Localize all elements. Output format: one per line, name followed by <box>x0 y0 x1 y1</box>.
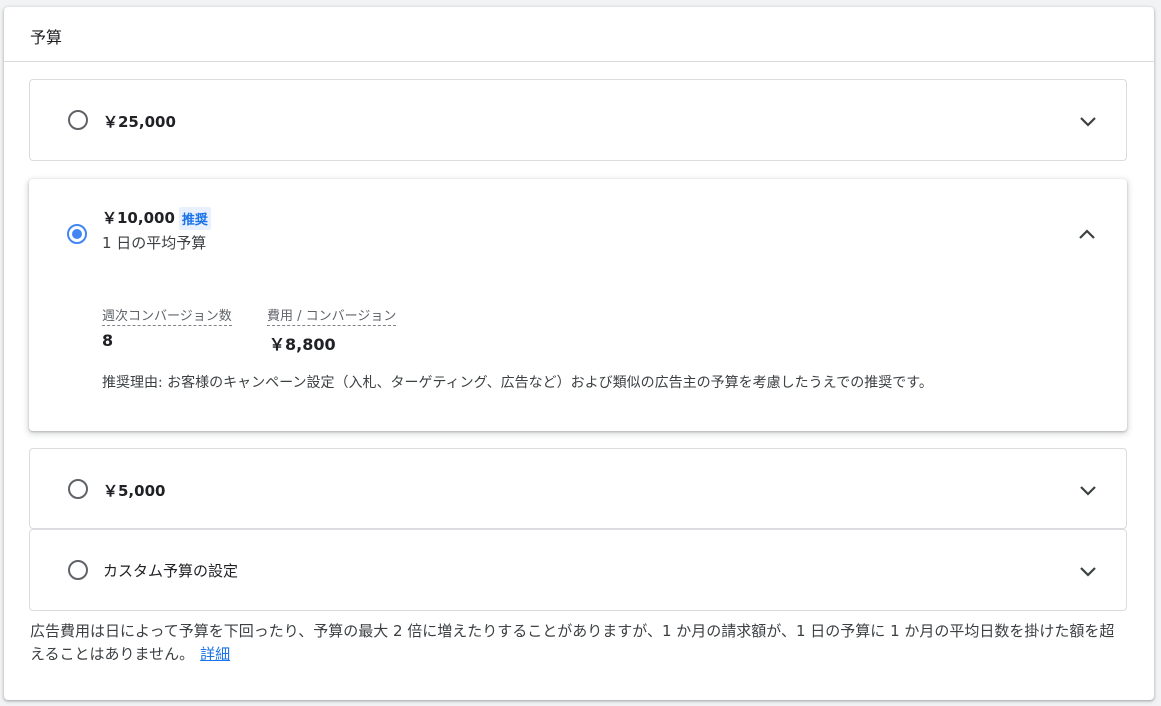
chevron-down-icon[interactable] <box>1076 559 1100 583</box>
chevron-down-icon[interactable] <box>1076 109 1100 133</box>
details-link[interactable]: 詳細 <box>200 645 230 663</box>
option-amount: ￥25,000 <box>103 113 176 131</box>
budget-option-custom[interactable]: カスタム予算の設定 <box>29 529 1127 611</box>
section-title: 予算 <box>30 28 63 47</box>
radio-button[interactable] <box>68 479 88 499</box>
disclaimer-text: 広告費用は日によって予算を下回ったり、予算の最大 2 倍に増えたりすることがあり… <box>30 622 1115 663</box>
recommendation-reason: 推奨理由: お客様のキャンペーン設定（入札、ターゲティング、広告など）および類似… <box>102 375 933 391</box>
budget-option-10000[interactable]: ￥10,000 推奨 1 日の平均予算 週次コンバージョン数 8 費用 / コンバ… <box>29 179 1127 431</box>
metric-label-conversions[interactable]: 週次コンバージョン数 <box>102 309 232 326</box>
radio-button[interactable] <box>68 110 88 130</box>
metric-label-cost-per-conversion[interactable]: 費用 / コンバージョン <box>267 309 397 326</box>
budget-option-5000[interactable]: ￥5,000 <box>29 448 1127 529</box>
option-amount: ￥10,000 推奨 <box>102 207 211 230</box>
budget-option-25000[interactable]: ￥25,000 <box>29 79 1127 161</box>
budget-card: 予算 ￥25,000 ￥10,000 推奨 1 日の平均予算 週次コンバージョン数… <box>4 7 1154 700</box>
radio-button-checked[interactable] <box>67 224 87 244</box>
option-amount: ￥5,000 <box>103 482 166 500</box>
option-subtitle: 1 日の平均予算 <box>102 234 207 252</box>
chevron-down-icon[interactable] <box>1076 478 1100 502</box>
metric-value-cost-per-conversion: ￥8,800 <box>269 335 336 354</box>
amount-text: ￥10,000 <box>102 209 175 227</box>
recommended-badge: 推奨 <box>178 207 211 230</box>
option-label: カスタム予算の設定 <box>103 562 239 580</box>
radio-button[interactable] <box>68 560 88 580</box>
budget-disclaimer: 広告費用は日によって予算を下回ったり、予算の最大 2 倍に増えたりすることがあり… <box>30 620 1120 666</box>
chevron-up-icon[interactable] <box>1075 223 1099 247</box>
divider <box>4 61 1154 62</box>
metric-value-conversions: 8 <box>102 331 114 350</box>
